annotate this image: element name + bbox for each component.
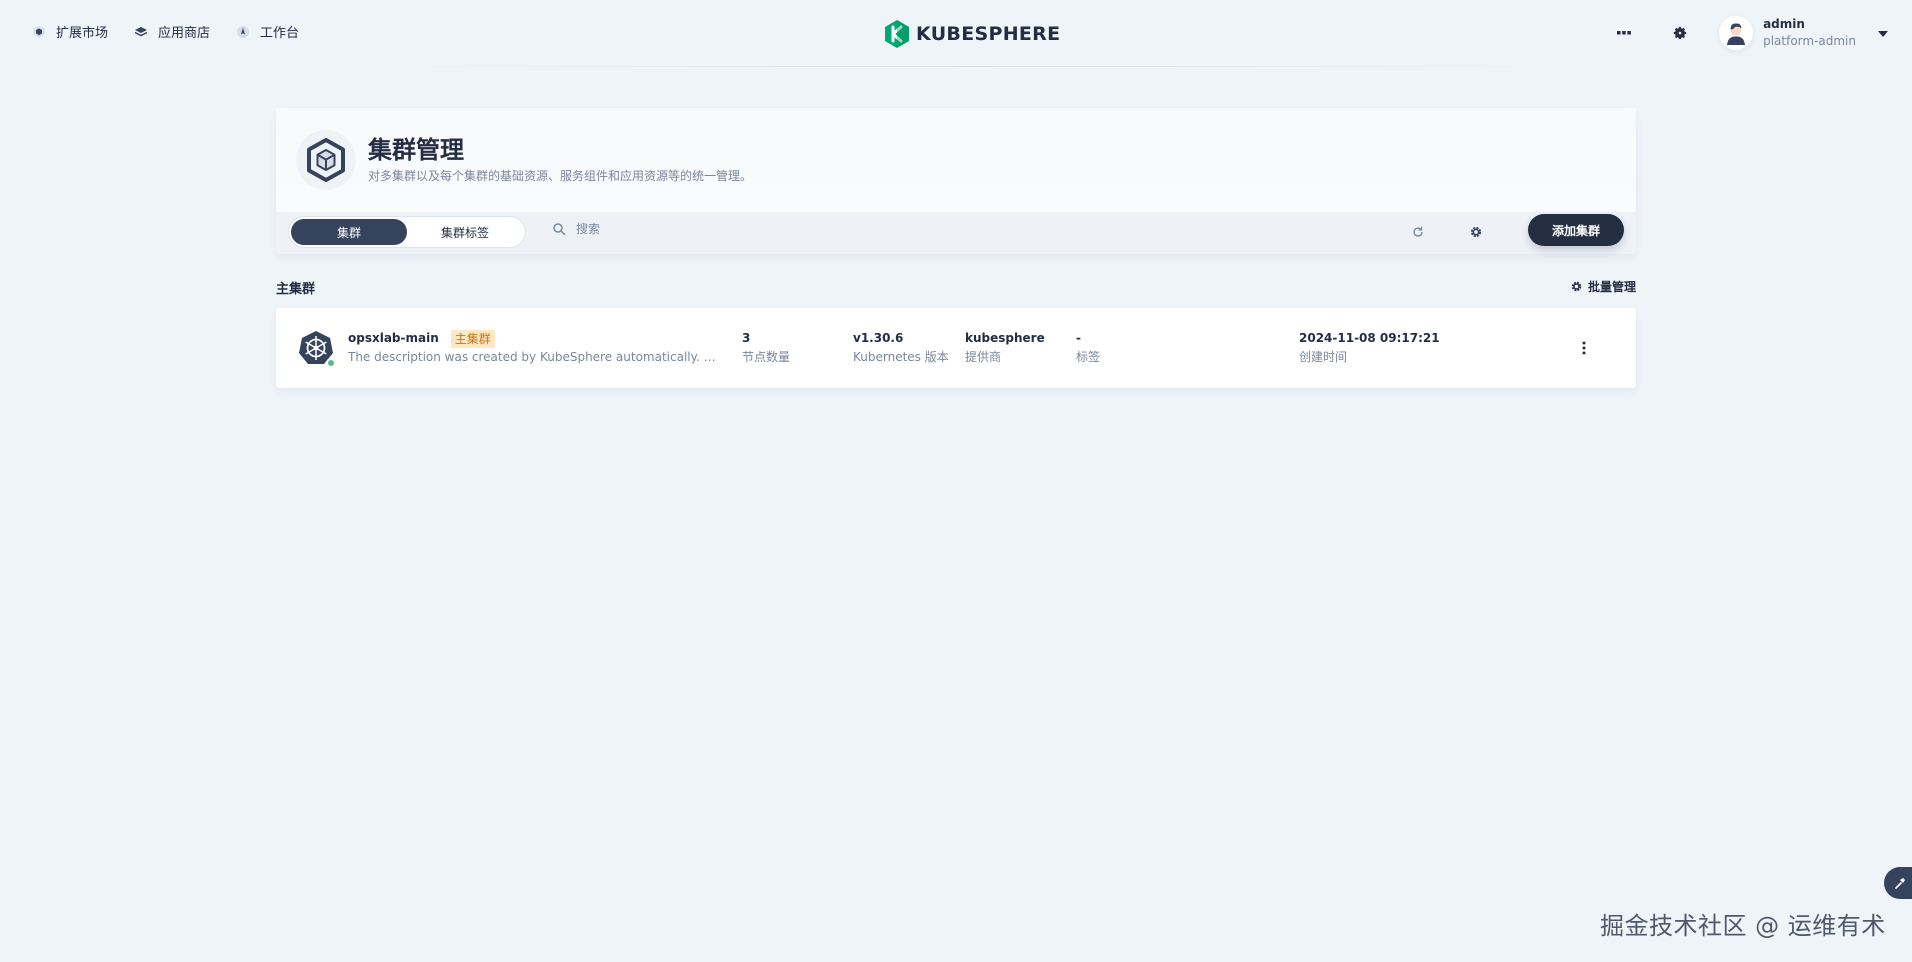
topbar-divider — [360, 66, 1590, 67]
cluster-name[interactable]: opsxlab-main — [348, 329, 439, 348]
created-time-label: 创建时间 — [1299, 350, 1348, 364]
more-horizontal-icon — [1617, 31, 1631, 35]
avatar — [1719, 16, 1754, 50]
host-cluster-badge: 主集群 — [450, 329, 495, 348]
nav-link-label: 应用商店 — [158, 26, 211, 41]
cluster-description: The description was created by KubeSpher… — [348, 350, 718, 364]
search-box — [552, 222, 1176, 236]
provider-cell: kubesphere 提供商 — [965, 329, 1045, 367]
refresh-button[interactable] — [1408, 222, 1428, 242]
cluster-name-cell: opsxlab-main 主集群 The description was cre… — [348, 329, 718, 367]
kubesphere-logo-icon — [885, 20, 909, 48]
created-time: 2024-11-08 09:17:21 — [1299, 331, 1440, 345]
caret-down-icon — [1878, 31, 1888, 37]
nav-link-extensions[interactable]: 扩展市场 — [32, 22, 108, 41]
batch-manage-button[interactable]: 批量管理 — [1570, 278, 1636, 295]
settings-button[interactable] — [1663, 16, 1697, 50]
tab-cluster-labels[interactable]: 集群标签 — [407, 219, 523, 245]
topnav-links: 扩展市场 应用商店 工作台 — [32, 22, 299, 41]
tab-clusters[interactable]: 集群 — [291, 219, 407, 245]
banner-header: 集群管理 对多集群以及每个集群的基础资源、服务组件和应用资源等的统一管理。 — [276, 108, 1636, 212]
tags: - — [1076, 331, 1081, 345]
app-store-icon — [134, 25, 148, 39]
user-avatar-icon — [1727, 23, 1746, 45]
page-banner: 集群管理 对多集群以及每个集群的基础资源、服务组件和应用资源等的统一管理。 集群… — [276, 108, 1636, 254]
toolbox-button[interactable] — [1884, 867, 1912, 899]
gear-icon — [1673, 26, 1687, 40]
search-icon — [553, 223, 566, 236]
apps-menu-button[interactable] — [1607, 16, 1641, 50]
view-tabs: 集群 集群标签 — [288, 216, 526, 248]
nav-link-workbench[interactable]: 工作台 — [236, 22, 299, 41]
section-title: 主集群 — [276, 282, 316, 297]
hammer-icon — [1895, 878, 1905, 889]
cluster-row[interactable]: opsxlab-main 主集群 The description was cre… — [276, 308, 1636, 388]
k8s-version-label: Kubernetes 版本 — [853, 350, 949, 364]
customize-columns-button[interactable] — [1466, 222, 1486, 242]
nav-link-label: 工作台 — [260, 26, 300, 41]
user-menu[interactable]: admin platform-admin — [1719, 16, 1888, 50]
workbench-icon — [236, 25, 250, 39]
cluster-more-actions-button[interactable] — [1574, 338, 1594, 358]
status-running-dot — [326, 358, 336, 368]
gear-icon — [1571, 281, 1582, 292]
user-name: admin — [1763, 17, 1805, 31]
top-navbar: 扩展市场 应用商店 工作台 KUBESPHERE admin platform-… — [0, 0, 1912, 68]
k8s-version: v1.30.6 — [853, 331, 904, 345]
created-time-cell: 2024-11-08 09:17:21 创建时间 — [1299, 329, 1440, 367]
extensions-icon — [32, 25, 46, 39]
k8s-version-cell: v1.30.6 Kubernetes 版本 — [853, 329, 949, 367]
user-info: admin platform-admin — [1763, 16, 1856, 50]
tags-cell: - 标签 — [1076, 329, 1100, 367]
search-input[interactable] — [576, 222, 1176, 236]
brand-name: KUBESPHERE — [916, 23, 1061, 45]
kubesphere-logo[interactable]: KUBESPHERE — [884, 20, 1060, 48]
node-count: 3 — [742, 331, 751, 345]
tags-label: 标签 — [1076, 350, 1101, 364]
provider: kubesphere — [965, 331, 1045, 345]
user-role: platform-admin — [1763, 34, 1856, 48]
top-right-controls: admin platform-admin — [1607, 16, 1888, 50]
more-vertical-icon — [1582, 341, 1586, 355]
nav-link-app-store[interactable]: 应用商店 — [134, 22, 210, 41]
page-description: 对多集群以及每个集群的基础资源、服务组件和应用资源等的统一管理。 — [368, 169, 753, 183]
refresh-icon — [1413, 226, 1423, 237]
page-title: 集群管理 — [368, 136, 464, 164]
add-cluster-button[interactable]: 添加集群 — [1528, 214, 1624, 246]
node-count-label: 节点数量 — [742, 350, 791, 364]
nav-link-label: 扩展市场 — [56, 26, 109, 41]
host-cluster-section-header: 主集群 批量管理 — [276, 276, 1636, 298]
provider-label: 提供商 — [965, 350, 1002, 364]
gear-icon — [1470, 226, 1482, 238]
cluster-management-icon — [296, 130, 356, 190]
list-toolbar: 集群 集群标签 添加集群 — [276, 212, 1636, 254]
watermark-text: 掘金技术社区 @ 运维有术 — [1600, 912, 1886, 940]
batch-manage-label: 批量管理 — [1587, 280, 1636, 294]
node-count-cell: 3 节点数量 — [742, 329, 790, 367]
